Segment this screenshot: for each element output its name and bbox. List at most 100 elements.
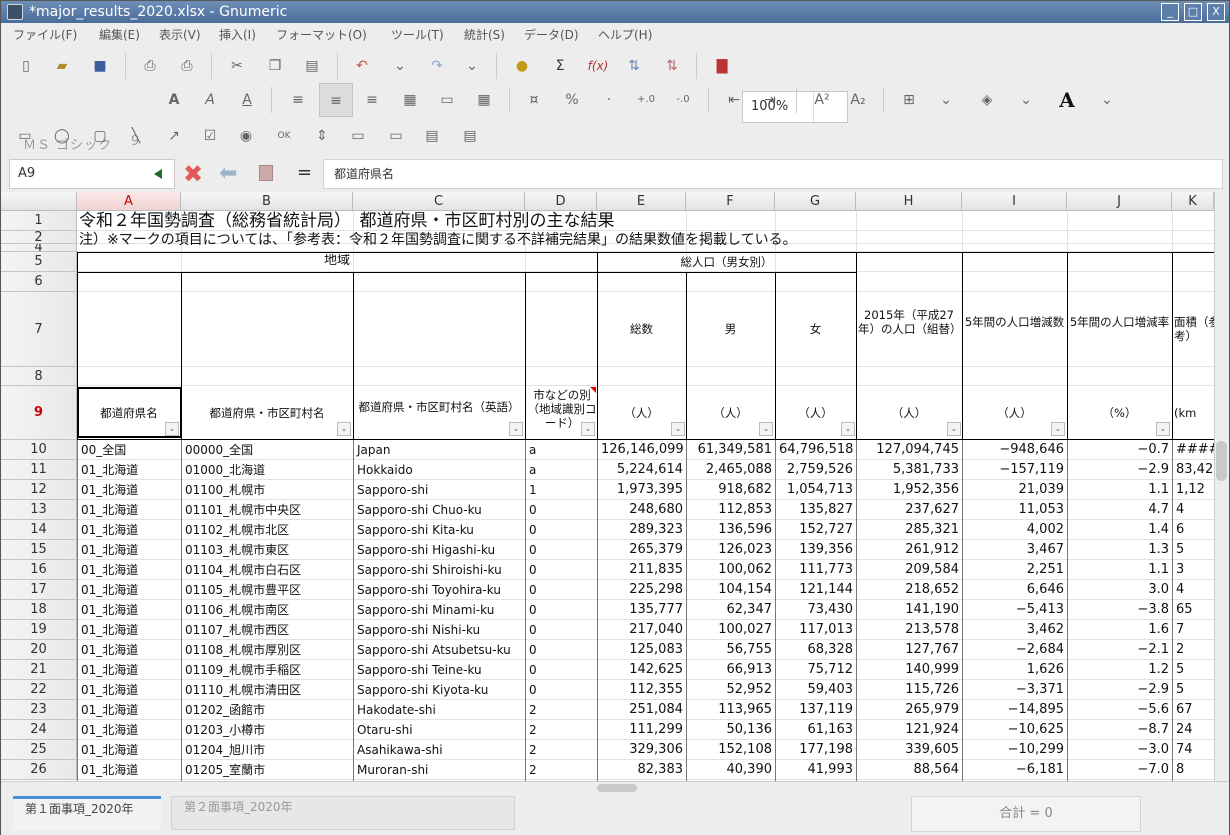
cell-g[interactable]: 2,759,526 xyxy=(776,460,856,480)
align-center-icon[interactable]: ≡ xyxy=(319,83,353,117)
fill-color-icon[interactable]: ◈ xyxy=(976,89,998,111)
row-header-6[interactable]: 6 xyxy=(1,272,77,292)
cell-g[interactable]: 61,163 xyxy=(776,720,856,740)
cell-i[interactable]: 3,467 xyxy=(963,540,1067,560)
cell-muni_en[interactable]: Sapporo-shi Atsubetsu-ku xyxy=(354,640,525,660)
cell-muni_en[interactable]: Sapporo-shi Minami-ku xyxy=(354,600,525,620)
filter-dropdown-icon[interactable]: ⌄ xyxy=(1156,422,1170,436)
cell-pref[interactable]: 01_北海道 xyxy=(78,760,181,780)
cell-j[interactable]: 3.0 xyxy=(1068,580,1172,600)
cell-muni_en[interactable]: Sapporo-shi Shiroishi-ku xyxy=(354,560,525,580)
cell-muni_en[interactable]: Otaru-shi xyxy=(354,720,525,740)
cell-muni[interactable]: 01109_札幌市手稲区 xyxy=(182,660,353,680)
column-header-a[interactable]: A xyxy=(77,192,181,211)
cell-h[interactable]: 115,726 xyxy=(857,680,962,700)
cell-h[interactable]: 209,584 xyxy=(857,560,962,580)
cell-k[interactable]: ##### xyxy=(1173,440,1214,460)
radio-button-tool-icon[interactable]: ◉ xyxy=(235,125,257,147)
cell-g[interactable]: 59,403 xyxy=(776,680,856,700)
cell-pref[interactable]: 01_北海道 xyxy=(78,660,181,680)
cell-f[interactable]: 136,596 xyxy=(687,520,775,540)
cell-f[interactable]: 100,027 xyxy=(687,620,775,640)
cell-f[interactable]: 66,913 xyxy=(687,660,775,680)
cell-pref[interactable]: 01_北海道 xyxy=(78,540,181,560)
column-header-f[interactable]: F xyxy=(686,192,775,211)
column-header-h[interactable]: H xyxy=(856,192,962,211)
cell-k[interactable]: 1,12 xyxy=(1173,480,1214,500)
cell-h[interactable]: 285,321 xyxy=(857,520,962,540)
print-icon[interactable]: ⎙ xyxy=(139,55,161,77)
column-header-d[interactable]: D xyxy=(525,192,597,211)
align-right-icon[interactable]: ≡ xyxy=(361,89,383,111)
rectangle-tool-icon[interactable]: ▭ xyxy=(13,125,37,147)
sort-descending-icon[interactable]: ⇅ xyxy=(661,55,683,77)
cell-h[interactable]: 261,912 xyxy=(857,540,962,560)
cell-pref[interactable]: 01_北海道 xyxy=(78,680,181,700)
italic-icon[interactable]: A xyxy=(199,89,221,111)
copy-icon[interactable]: ❐ xyxy=(264,55,286,77)
cell-k[interactable]: 3 xyxy=(1173,560,1214,580)
row-header-14[interactable]: 14 xyxy=(1,520,77,540)
cell-f[interactable]: 100,062 xyxy=(687,560,775,580)
filter-dropdown-icon[interactable]: ⌄ xyxy=(509,422,523,436)
cell-f[interactable]: 52,952 xyxy=(687,680,775,700)
cell-kind[interactable]: 2 xyxy=(526,760,597,780)
cell-i[interactable]: 6,646 xyxy=(963,580,1067,600)
cell-g[interactable]: 152,727 xyxy=(776,520,856,540)
cell-muni_en[interactable]: Sapporo-shi Teine-ku xyxy=(354,660,525,680)
menu-format[interactable]: フォーマット(O) xyxy=(276,26,367,43)
cell-muni_en[interactable]: Sapporo-shi Nishi-ku xyxy=(354,620,525,640)
cell-i[interactable]: 11,053 xyxy=(963,500,1067,520)
cell-j[interactable]: −2.9 xyxy=(1068,460,1172,480)
close-button[interactable]: X xyxy=(1207,3,1225,21)
cell-muni_en[interactable]: Hokkaido xyxy=(354,460,525,480)
cell-j[interactable]: 1.3 xyxy=(1068,540,1172,560)
cell-i[interactable]: −14,895 xyxy=(963,700,1067,720)
borders-dropdown-icon[interactable]: ⌄ xyxy=(935,89,957,111)
cell-kind[interactable]: 0 xyxy=(526,540,597,560)
cell-j[interactable]: 1.1 xyxy=(1068,560,1172,580)
cell-muni[interactable]: 00000_全国 xyxy=(182,440,353,460)
cell-g[interactable]: 121,144 xyxy=(776,580,856,600)
cell-kind[interactable]: 0 xyxy=(526,620,597,640)
row-header-12[interactable]: 12 xyxy=(1,480,77,500)
cell-pref[interactable]: 01_北海道 xyxy=(78,520,181,540)
cell-k[interactable]: 65 xyxy=(1173,600,1214,620)
cell-e[interactable]: 142,625 xyxy=(598,660,686,680)
cell-f[interactable]: 56,755 xyxy=(687,640,775,660)
cell-i[interactable]: −2,684 xyxy=(963,640,1067,660)
menu-file[interactable]: ファイル(F) xyxy=(13,26,77,43)
row-header-22[interactable]: 22 xyxy=(1,680,77,700)
cell-muni[interactable]: 01101_札幌市中央区 xyxy=(182,500,353,520)
cell-muni[interactable]: 01202_函館市 xyxy=(182,700,353,720)
column-header-b[interactable]: B xyxy=(181,192,353,211)
cell-muni_en[interactable]: Sapporo-shi Toyohira-ku xyxy=(354,580,525,600)
cell-g[interactable]: 177,198 xyxy=(776,740,856,760)
cell-h[interactable]: 127,767 xyxy=(857,640,962,660)
cell-j[interactable]: 4.7 xyxy=(1068,500,1172,520)
cell-j[interactable]: −2.9 xyxy=(1068,680,1172,700)
row-header-20[interactable]: 20 xyxy=(1,640,77,660)
formula-input[interactable]: 都道府県名 xyxy=(323,159,1223,189)
cell-muni[interactable]: 01108_札幌市厚別区 xyxy=(182,640,353,660)
function-wizard-icon[interactable] xyxy=(259,165,273,181)
slider-tool-icon[interactable]: ▭ xyxy=(385,125,407,147)
cell-g[interactable]: 64,796,518 xyxy=(776,440,856,460)
cell-muni_en[interactable]: Sapporo-shi Kita-ku xyxy=(354,520,525,540)
cell-muni[interactable]: 01104_札幌市白石区 xyxy=(182,560,353,580)
chart-icon[interactable]: ▇ xyxy=(711,55,733,77)
cell-h[interactable]: 1,952,356 xyxy=(857,480,962,500)
cell-h[interactable]: 339,605 xyxy=(857,740,962,760)
column-header-e[interactable]: E xyxy=(597,192,686,211)
cell-j[interactable]: 1.6 xyxy=(1068,620,1172,640)
cell-muni[interactable]: 01107_札幌市西区 xyxy=(182,620,353,640)
cell-kind[interactable]: 2 xyxy=(526,700,597,720)
cell-muni_en[interactable]: Sapporo-shi xyxy=(354,480,525,500)
cell-pref[interactable]: 01_北海道 xyxy=(78,580,181,600)
cell-muni_en[interactable]: Japan xyxy=(354,440,525,460)
cell-f[interactable]: 2,465,088 xyxy=(687,460,775,480)
row-header-16[interactable]: 16 xyxy=(1,560,77,580)
cell-i[interactable]: −157,119 xyxy=(963,460,1067,480)
row-header-21[interactable]: 21 xyxy=(1,660,77,680)
menu-help[interactable]: ヘルプ(H) xyxy=(598,26,652,43)
